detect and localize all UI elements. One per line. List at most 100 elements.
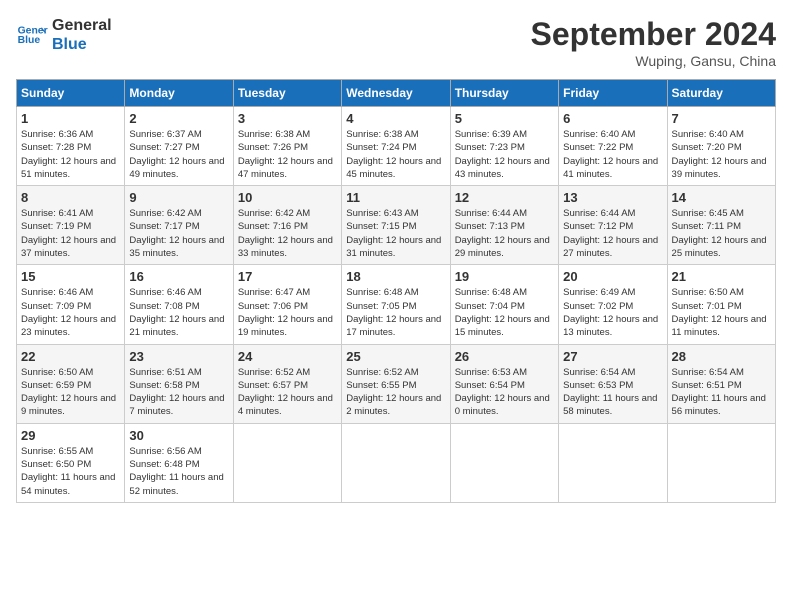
day-number: 1: [21, 111, 120, 126]
calendar-cell: 10Sunrise: 6:42 AMSunset: 7:16 PMDayligh…: [233, 186, 341, 265]
logo-line1: General: [52, 16, 112, 35]
calendar-cell: 21Sunrise: 6:50 AMSunset: 7:01 PMDayligh…: [667, 265, 775, 344]
day-info: Sunrise: 6:54 AMSunset: 6:53 PMDaylight:…: [563, 366, 662, 419]
calendar-cell: 5 Sunrise: 6:39 AMSunset: 7:23 PMDaylight…: [450, 107, 558, 186]
day-info: Sunrise: 6:36 AMSunset: 7:28 PMDaylight:…: [21, 128, 120, 181]
day-info: Sunrise: 6:54 AMSunset: 6:51 PMDaylight:…: [672, 366, 771, 419]
day-number: 16: [129, 269, 228, 284]
calendar-cell: 15 Sunrise: 6:46 AMSunset: 7:09 PMDayligh…: [17, 265, 125, 344]
calendar-week-4: 22Sunrise: 6:50 AMSunset: 6:59 PMDayligh…: [17, 344, 776, 423]
calendar-cell: 25 Sunrise: 6:52 AMSunset: 6:55 PMDayligh…: [342, 344, 450, 423]
day-number: 14: [672, 190, 771, 205]
calendar-cell: 7 Sunrise: 6:40 AMSunset: 7:20 PMDaylight…: [667, 107, 775, 186]
calendar-cell: 6 Sunrise: 6:40 AMSunset: 7:22 PMDaylight…: [559, 107, 667, 186]
day-info: Sunrise: 6:48 AMSunset: 7:05 PMDaylight:…: [346, 286, 445, 339]
calendar-cell: 1 Sunrise: 6:36 AMSunset: 7:28 PMDaylight…: [17, 107, 125, 186]
day-info: Sunrise: 6:49 AMSunset: 7:02 PMDaylight:…: [563, 286, 662, 339]
calendar-cell: 27Sunrise: 6:54 AMSunset: 6:53 PMDayligh…: [559, 344, 667, 423]
day-number: 20: [563, 269, 662, 284]
calendar-table: SundayMondayTuesdayWednesdayThursdayFrid…: [16, 79, 776, 503]
day-number: 13: [563, 190, 662, 205]
day-info: Sunrise: 6:53 AMSunset: 6:54 PMDaylight:…: [455, 366, 554, 419]
header-day-sunday: Sunday: [17, 80, 125, 107]
day-info: Sunrise: 6:46 AMSunset: 7:09 PMDaylight:…: [21, 286, 120, 339]
day-number: 21: [672, 269, 771, 284]
calendar-week-5: 29 Sunrise: 6:55 AMSunset: 6:50 PMDayligh…: [17, 423, 776, 502]
calendar-week-1: 1 Sunrise: 6:36 AMSunset: 7:28 PMDaylight…: [17, 107, 776, 186]
month-title: September 2024: [531, 16, 776, 53]
day-number: 25: [346, 349, 445, 364]
day-number: 26: [455, 349, 554, 364]
svg-text:Blue: Blue: [18, 35, 41, 46]
day-info: Sunrise: 6:41 AMSunset: 7:19 PMDaylight:…: [21, 207, 120, 260]
day-number: 8: [21, 190, 120, 205]
calendar-cell: 16 Sunrise: 6:46 AMSunset: 7:08 PMDayligh…: [125, 265, 233, 344]
day-info: Sunrise: 6:45 AMSunset: 7:11 PMDaylight:…: [672, 207, 771, 260]
calendar-cell: 8 Sunrise: 6:41 AMSunset: 7:19 PMDaylight…: [17, 186, 125, 265]
logo: General Blue General Blue: [16, 16, 112, 54]
calendar-cell: 23Sunrise: 6:51 AMSunset: 6:58 PMDayligh…: [125, 344, 233, 423]
calendar-cell: [559, 423, 667, 502]
day-number: 4: [346, 111, 445, 126]
header-day-saturday: Saturday: [667, 80, 775, 107]
calendar-cell: 13 Sunrise: 6:44 AMSunset: 7:12 PMDayligh…: [559, 186, 667, 265]
day-info: Sunrise: 6:48 AMSunset: 7:04 PMDaylight:…: [455, 286, 554, 339]
calendar-body: 1 Sunrise: 6:36 AMSunset: 7:28 PMDaylight…: [17, 107, 776, 503]
header-day-monday: Monday: [125, 80, 233, 107]
day-info: Sunrise: 6:46 AMSunset: 7:08 PMDaylight:…: [129, 286, 228, 339]
page-header: General Blue General Blue September 2024…: [16, 16, 776, 69]
day-info: Sunrise: 6:38 AMSunset: 7:26 PMDaylight:…: [238, 128, 337, 181]
calendar-cell: 17Sunrise: 6:47 AMSunset: 7:06 PMDayligh…: [233, 265, 341, 344]
header-day-thursday: Thursday: [450, 80, 558, 107]
calendar-week-2: 8 Sunrise: 6:41 AMSunset: 7:19 PMDaylight…: [17, 186, 776, 265]
calendar-cell: 20 Sunrise: 6:49 AMSunset: 7:02 PMDayligh…: [559, 265, 667, 344]
location: Wuping, Gansu, China: [531, 53, 776, 69]
day-number: 2: [129, 111, 228, 126]
day-number: 15: [21, 269, 120, 284]
logo-icon: General Blue: [16, 19, 48, 51]
day-number: 28: [672, 349, 771, 364]
calendar-cell: 11Sunrise: 6:43 AMSunset: 7:15 PMDayligh…: [342, 186, 450, 265]
calendar-cell: 14 Sunrise: 6:45 AMSunset: 7:11 PMDayligh…: [667, 186, 775, 265]
day-info: Sunrise: 6:42 AMSunset: 7:16 PMDaylight:…: [238, 207, 337, 260]
calendar-cell: [233, 423, 341, 502]
calendar-cell: 19 Sunrise: 6:48 AMSunset: 7:04 PMDayligh…: [450, 265, 558, 344]
day-info: Sunrise: 6:42 AMSunset: 7:17 PMDaylight:…: [129, 207, 228, 260]
day-info: Sunrise: 6:44 AMSunset: 7:13 PMDaylight:…: [455, 207, 554, 260]
day-info: Sunrise: 6:39 AMSunset: 7:23 PMDaylight:…: [455, 128, 554, 181]
day-info: Sunrise: 6:50 AMSunset: 6:59 PMDaylight:…: [21, 366, 120, 419]
calendar-header-row: SundayMondayTuesdayWednesdayThursdayFrid…: [17, 80, 776, 107]
day-number: 19: [455, 269, 554, 284]
header-day-wednesday: Wednesday: [342, 80, 450, 107]
day-number: 17: [238, 269, 337, 284]
day-info: Sunrise: 6:40 AMSunset: 7:22 PMDaylight:…: [563, 128, 662, 181]
day-info: Sunrise: 6:40 AMSunset: 7:20 PMDaylight:…: [672, 128, 771, 181]
calendar-cell: 26 Sunrise: 6:53 AMSunset: 6:54 PMDayligh…: [450, 344, 558, 423]
calendar-cell: 12Sunrise: 6:44 AMSunset: 7:13 PMDayligh…: [450, 186, 558, 265]
calendar-cell: 22Sunrise: 6:50 AMSunset: 6:59 PMDayligh…: [17, 344, 125, 423]
title-block: September 2024 Wuping, Gansu, China: [531, 16, 776, 69]
day-info: Sunrise: 6:56 AMSunset: 6:48 PMDaylight:…: [129, 445, 228, 498]
calendar-cell: 29 Sunrise: 6:55 AMSunset: 6:50 PMDayligh…: [17, 423, 125, 502]
calendar-cell: 2 Sunrise: 6:37 AMSunset: 7:27 PMDaylight…: [125, 107, 233, 186]
day-info: Sunrise: 6:52 AMSunset: 6:57 PMDaylight:…: [238, 366, 337, 419]
day-number: 3: [238, 111, 337, 126]
day-info: Sunrise: 6:52 AMSunset: 6:55 PMDaylight:…: [346, 366, 445, 419]
header-day-friday: Friday: [559, 80, 667, 107]
day-number: 5: [455, 111, 554, 126]
day-info: Sunrise: 6:37 AMSunset: 7:27 PMDaylight:…: [129, 128, 228, 181]
day-number: 23: [129, 349, 228, 364]
calendar-cell: 30Sunrise: 6:56 AMSunset: 6:48 PMDayligh…: [125, 423, 233, 502]
day-number: 24: [238, 349, 337, 364]
day-info: Sunrise: 6:44 AMSunset: 7:12 PMDaylight:…: [563, 207, 662, 260]
day-number: 29: [21, 428, 120, 443]
day-number: 7: [672, 111, 771, 126]
day-number: 11: [346, 190, 445, 205]
day-info: Sunrise: 6:55 AMSunset: 6:50 PMDaylight:…: [21, 445, 120, 498]
calendar-cell: 24 Sunrise: 6:52 AMSunset: 6:57 PMDayligh…: [233, 344, 341, 423]
calendar-cell: 3 Sunrise: 6:38 AMSunset: 7:26 PMDaylight…: [233, 107, 341, 186]
calendar-cell: [667, 423, 775, 502]
day-number: 18: [346, 269, 445, 284]
calendar-cell: [450, 423, 558, 502]
day-number: 6: [563, 111, 662, 126]
